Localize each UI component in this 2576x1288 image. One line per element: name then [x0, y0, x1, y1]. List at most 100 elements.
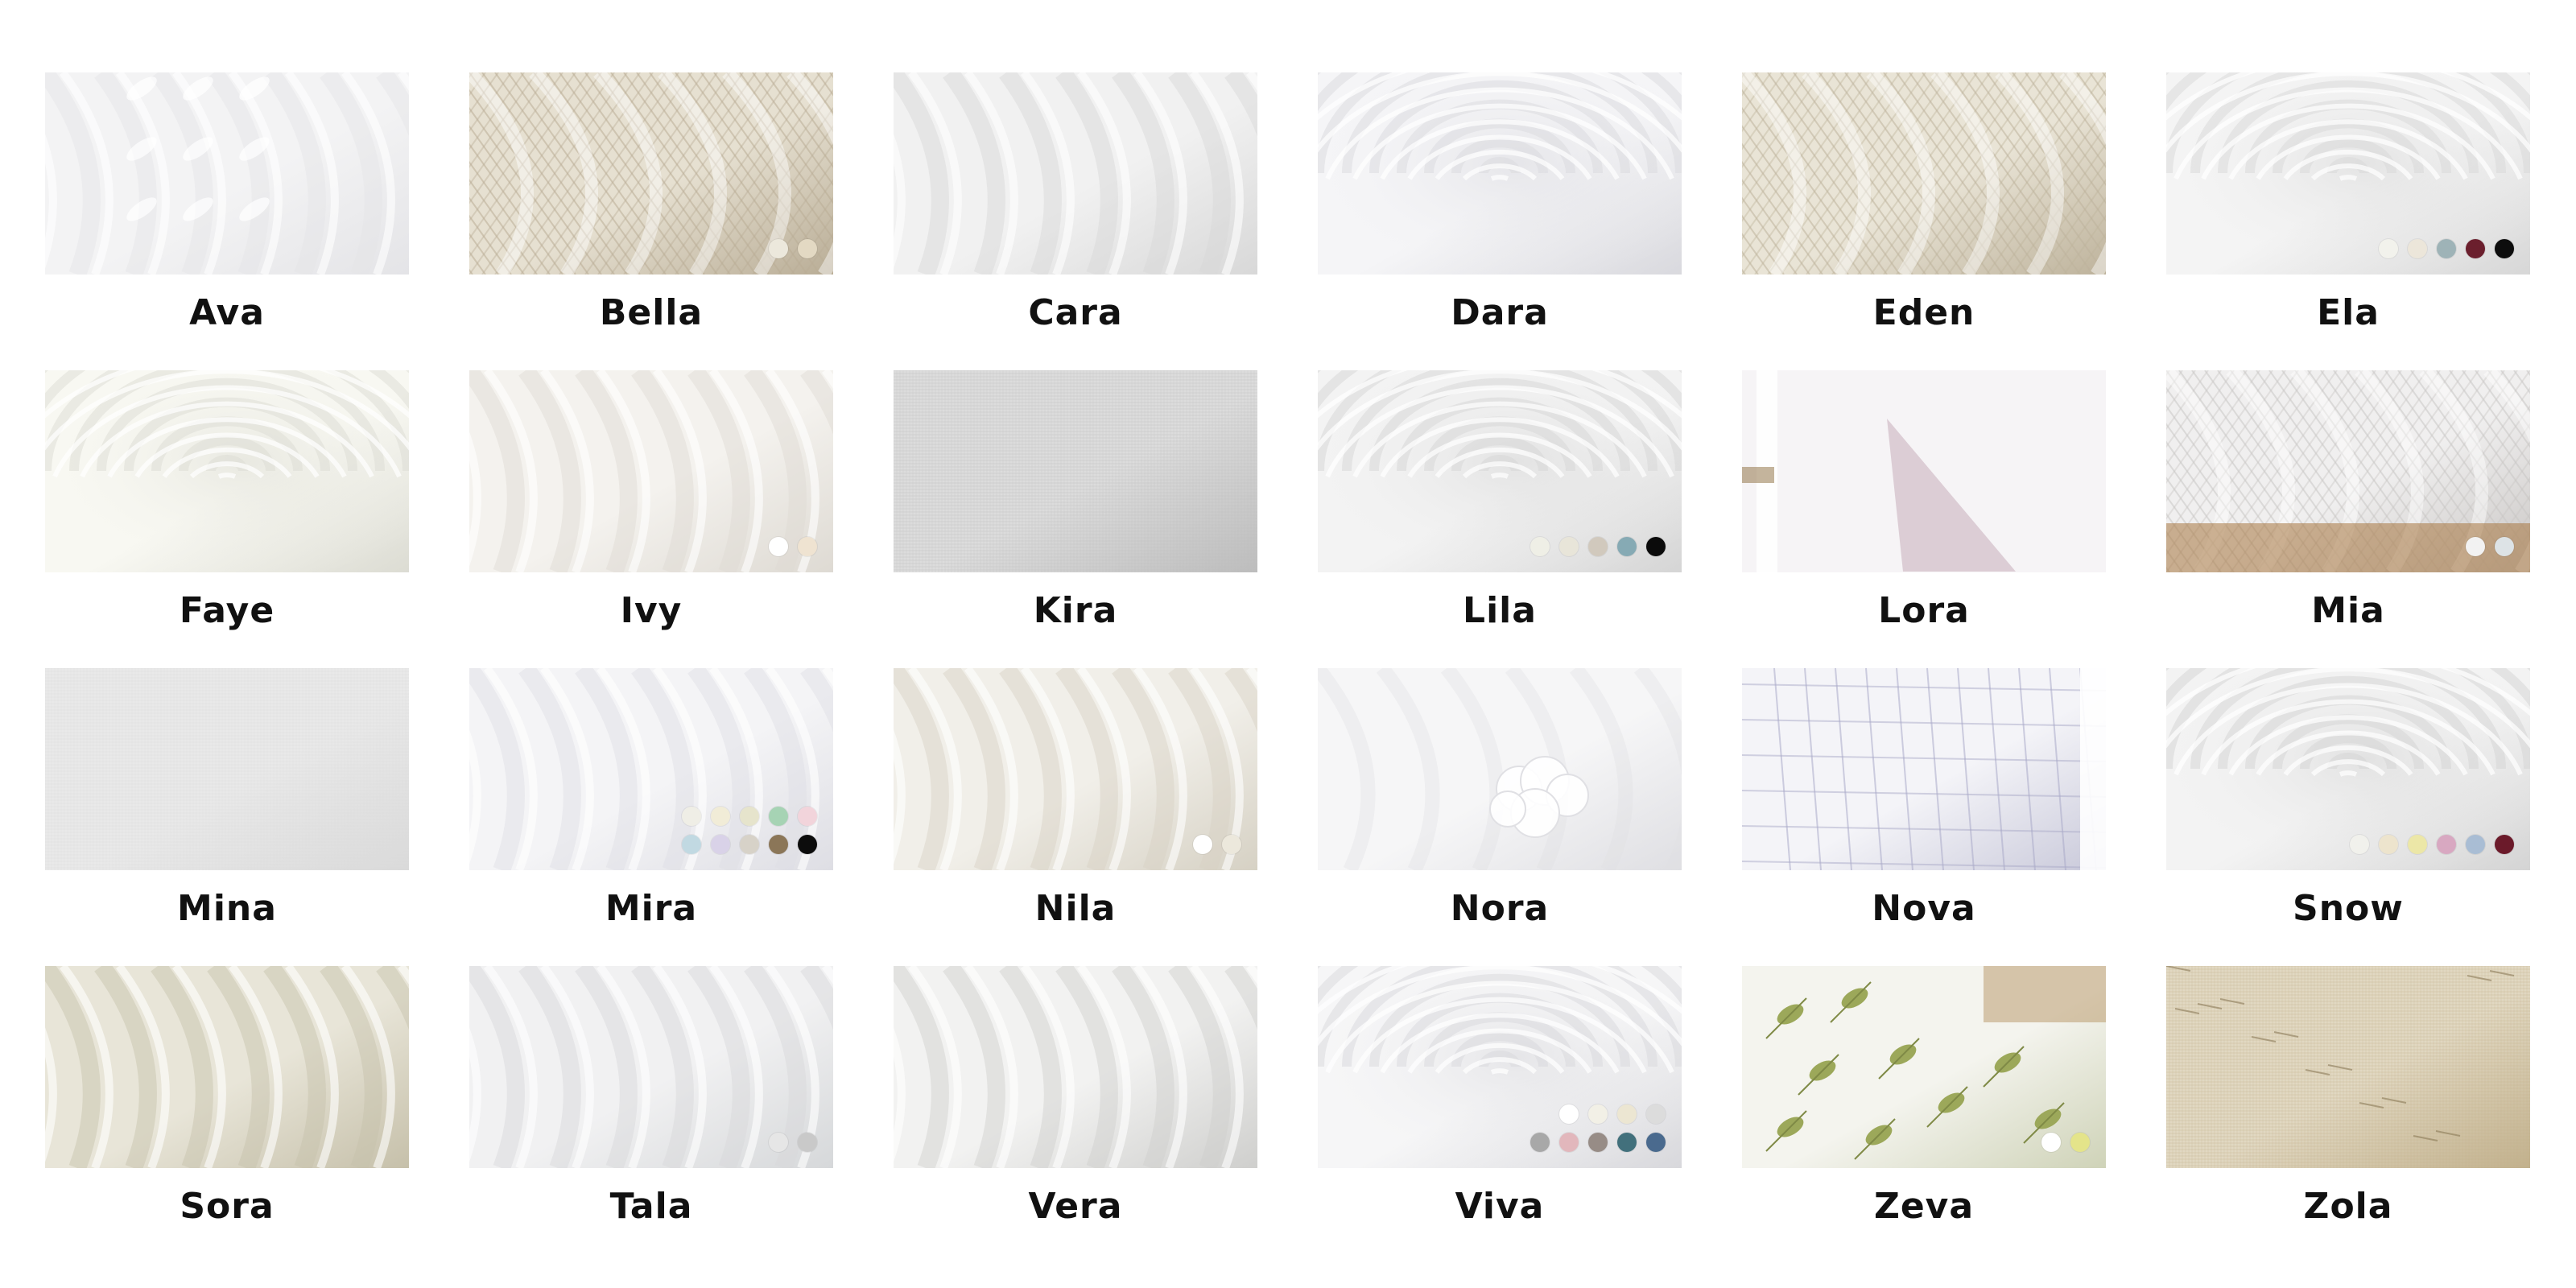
color-dot[interactable]: [2379, 835, 2398, 854]
fabric-swatch-image[interactable]: [45, 668, 409, 870]
color-dot[interactable]: [1617, 1104, 1637, 1124]
fabric-swatch-image[interactable]: [2166, 966, 2530, 1168]
fabric-swatch-image[interactable]: [1318, 668, 1682, 870]
product-card-nila[interactable]: Nila: [894, 668, 1257, 966]
product-card-lila[interactable]: Lila: [1318, 370, 1682, 668]
color-dot[interactable]: [2408, 835, 2427, 854]
color-dot[interactable]: [1193, 835, 1212, 854]
color-dot[interactable]: [1646, 537, 1666, 556]
product-card-zeva[interactable]: Zeva: [1742, 966, 2106, 1264]
product-card-tala[interactable]: Tala: [469, 966, 833, 1264]
fabric-swatch-image[interactable]: [45, 370, 409, 572]
product-card-ava[interactable]: Ava: [45, 72, 409, 370]
product-card-eden[interactable]: Eden: [1742, 72, 2106, 370]
color-dot[interactable]: [1222, 835, 1241, 854]
color-dot[interactable]: [1559, 1104, 1579, 1124]
fabric-swatch-image[interactable]: [469, 966, 833, 1168]
color-dot[interactable]: [1646, 1104, 1666, 1124]
product-card-snow[interactable]: Snow: [2166, 668, 2530, 966]
product-card-nova[interactable]: Nova: [1742, 668, 2106, 966]
color-dot[interactable]: [798, 537, 817, 556]
color-dot[interactable]: [1617, 1133, 1637, 1152]
color-dot[interactable]: [1530, 537, 1550, 556]
color-dot[interactable]: [711, 835, 730, 854]
color-dot[interactable]: [1588, 537, 1608, 556]
color-dot[interactable]: [2041, 1133, 2061, 1152]
fabric-swatch-image[interactable]: [1742, 370, 2106, 572]
product-name: Snow: [2293, 888, 2404, 929]
color-dot[interactable]: [1530, 1133, 1550, 1152]
color-dot[interactable]: [682, 807, 701, 826]
fabric-swatch-image[interactable]: [1318, 370, 1682, 572]
fabric-swatch-image[interactable]: [1742, 72, 2106, 275]
color-dot[interactable]: [2350, 835, 2369, 854]
color-dot[interactable]: [2408, 239, 2427, 258]
product-card-kira[interactable]: Kira: [894, 370, 1257, 668]
color-dot[interactable]: [798, 239, 817, 258]
product-card-bella[interactable]: Bella: [469, 72, 833, 370]
product-card-dara[interactable]: Dara: [1318, 72, 1682, 370]
color-dot[interactable]: [682, 835, 701, 854]
color-dot[interactable]: [769, 537, 788, 556]
fabric-swatch-image[interactable]: [45, 966, 409, 1168]
color-dot[interactable]: [2379, 239, 2398, 258]
fabric-swatch-image[interactable]: [2166, 370, 2530, 572]
product-name: Lila: [1463, 590, 1537, 631]
fabric-swatch-image[interactable]: [894, 966, 1257, 1168]
color-dot[interactable]: [2466, 835, 2485, 854]
color-dot[interactable]: [769, 807, 788, 826]
fabric-swatch-image[interactable]: [1742, 668, 2106, 870]
color-dot[interactable]: [2495, 239, 2514, 258]
color-dot[interactable]: [798, 1133, 817, 1152]
product-card-cara[interactable]: Cara: [894, 72, 1257, 370]
color-dot[interactable]: [1588, 1104, 1608, 1124]
color-dot[interactable]: [798, 807, 817, 826]
color-dot[interactable]: [769, 239, 788, 258]
product-card-viva[interactable]: Viva: [1318, 966, 1682, 1264]
fabric-swatch-image[interactable]: [45, 72, 409, 275]
product-card-mia[interactable]: Mia: [2166, 370, 2530, 668]
product-card-nora[interactable]: Nora: [1318, 668, 1682, 966]
fabric-texture: [1742, 370, 2106, 572]
fabric-swatch-image[interactable]: [469, 370, 833, 572]
product-card-mira[interactable]: Mira: [469, 668, 833, 966]
fabric-swatch-image[interactable]: [894, 370, 1257, 572]
fabric-swatch-image[interactable]: [894, 668, 1257, 870]
color-dot[interactable]: [769, 1133, 788, 1152]
product-card-ivy[interactable]: Ivy: [469, 370, 833, 668]
color-dot[interactable]: [798, 835, 817, 854]
product-name: Ava: [189, 292, 265, 333]
color-dot[interactable]: [769, 835, 788, 854]
product-card-lora[interactable]: Lora: [1742, 370, 2106, 668]
color-dot[interactable]: [1588, 1133, 1608, 1152]
color-dot[interactable]: [2495, 835, 2514, 854]
fabric-swatch-image[interactable]: [1318, 72, 1682, 275]
fabric-swatch-image[interactable]: [1318, 966, 1682, 1168]
fabric-swatch-image[interactable]: [469, 668, 833, 870]
color-dot[interactable]: [2070, 1133, 2090, 1152]
color-dot[interactable]: [1617, 537, 1637, 556]
fabric-swatch-image[interactable]: [894, 72, 1257, 275]
color-dot[interactable]: [1646, 1133, 1666, 1152]
fabric-swatch-image[interactable]: [2166, 668, 2530, 870]
color-dot[interactable]: [2495, 537, 2514, 556]
fabric-swatch-image[interactable]: [469, 72, 833, 275]
product-card-mina[interactable]: Mina: [45, 668, 409, 966]
fabric-texture: [1318, 72, 1682, 275]
color-dot[interactable]: [740, 807, 759, 826]
product-card-faye[interactable]: Faye: [45, 370, 409, 668]
fabric-swatch-image[interactable]: [1742, 966, 2106, 1168]
color-dot[interactable]: [2466, 239, 2485, 258]
color-dot[interactable]: [2437, 239, 2456, 258]
color-dot[interactable]: [1559, 1133, 1579, 1152]
product-card-zola[interactable]: Zola: [2166, 966, 2530, 1264]
color-dot[interactable]: [2466, 537, 2485, 556]
color-dot[interactable]: [740, 835, 759, 854]
product-card-ela[interactable]: Ela: [2166, 72, 2530, 370]
color-dot[interactable]: [1559, 537, 1579, 556]
product-card-vera[interactable]: Vera: [894, 966, 1257, 1264]
color-dot[interactable]: [711, 807, 730, 826]
color-dot[interactable]: [2437, 835, 2456, 854]
product-card-sora[interactable]: Sora: [45, 966, 409, 1264]
fabric-swatch-image[interactable]: [2166, 72, 2530, 275]
